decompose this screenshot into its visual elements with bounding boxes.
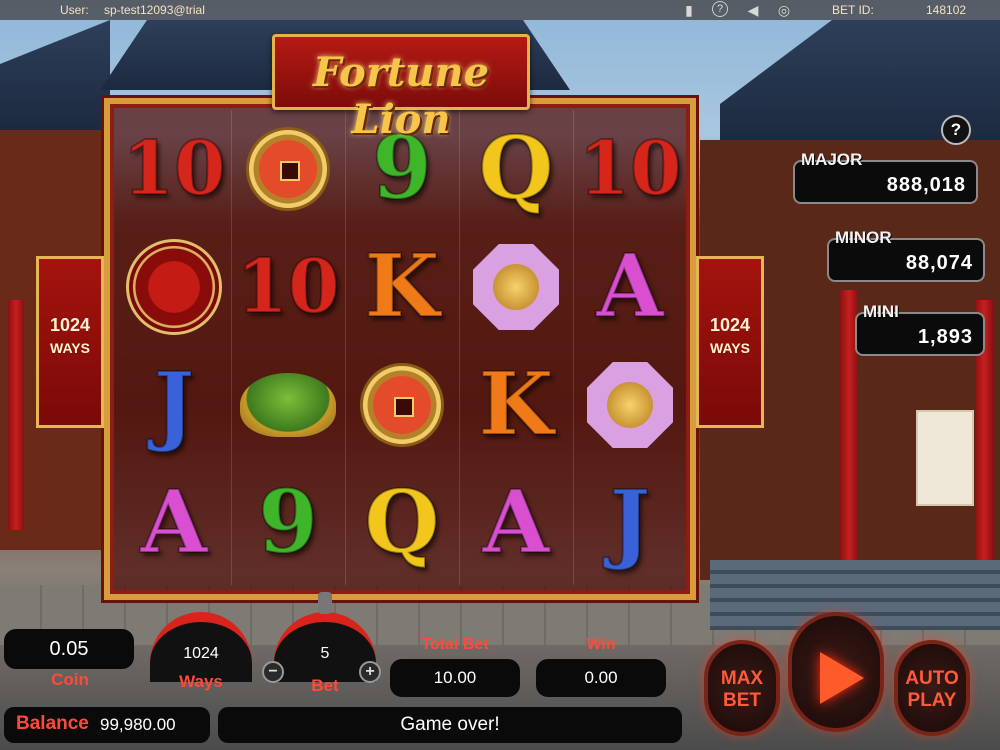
symbol-a: A <box>459 464 573 582</box>
ways-label: WAYS <box>710 340 750 356</box>
symbol-glyph: 10 <box>122 126 227 212</box>
top-info-bar: User: sp-test12093@trial ▮ ? ◀ ◎ BET ID:… <box>0 0 1000 20</box>
ways-label: WAYS <box>50 340 90 356</box>
symbol-glyph: 10 <box>578 126 683 212</box>
sound-icon[interactable]: ◀ <box>744 1 762 19</box>
symbol-glyph: J <box>609 472 652 573</box>
left-ways-panel: 1024 WAYS <box>36 256 104 428</box>
user-label: User: <box>60 3 89 17</box>
bet-display: 5 <box>284 640 366 668</box>
win-value: 0.00 <box>584 668 618 687</box>
symbol-glyph: 9 <box>257 472 319 573</box>
bet-dial-knob[interactable] <box>318 592 332 614</box>
total-bet-display: 10.00 <box>390 659 520 697</box>
bet-decrease-button[interactable]: − <box>262 661 284 683</box>
total-bet-value: 10.00 <box>433 668 477 687</box>
book-icon[interactable]: ▮ <box>680 1 698 19</box>
reel-grid: 10 J A 10 9 9 K Q Q K A 10 A J <box>117 110 687 585</box>
symbol-j: J <box>573 464 687 582</box>
balance-value: 99,980.00 <box>100 715 176 734</box>
hanging-banner <box>916 410 974 506</box>
bet-label: Bet <box>311 676 339 695</box>
gold-coin-icon <box>360 363 444 447</box>
symbol-j: J <box>117 346 231 464</box>
symbol-medallion-icon <box>117 228 231 346</box>
jackpot-minor-value: 88,074 <box>905 252 973 274</box>
bagua-lion-icon <box>587 362 673 448</box>
ways-value: 1024 <box>183 645 219 662</box>
jackpot-major: MAJOR 888,018 <box>793 150 978 204</box>
ways-count: 1024 <box>709 315 751 335</box>
bet-id-label: BET ID: <box>832 3 874 17</box>
symbol-bagua-icon <box>573 346 687 464</box>
right-ways-panel: 1024 WAYS <box>696 256 764 428</box>
symbol-k: K <box>345 228 459 346</box>
symbol-glyph: 10 <box>236 244 341 330</box>
jackpot-mini: MINI 1,893 <box>855 302 985 356</box>
symbol-k: K <box>459 346 573 464</box>
max-bet-button[interactable]: MAX BET <box>704 640 780 736</box>
symbol-glyph: A <box>482 472 551 573</box>
game-logo: Fortune Lion <box>272 34 530 143</box>
symbol-10: 10 <box>573 110 687 228</box>
max-bet-label: MAX BET <box>720 668 764 711</box>
balance-display: Balance 99,980.00 <box>4 707 210 743</box>
symbol-glyph: A <box>596 236 665 337</box>
bagua-lion-icon <box>473 244 559 330</box>
bet-value: 5 <box>320 645 330 662</box>
left-pillar <box>8 300 24 530</box>
jackpot-mini-label: MINI <box>863 302 899 321</box>
help-icon[interactable]: ? <box>712 1 728 17</box>
ways-display: 1024 <box>160 640 242 668</box>
left-temple-roof <box>0 20 110 130</box>
lion-medallion-icon <box>126 239 222 335</box>
play-icon <box>820 652 864 704</box>
jackpot-minor: MINOR 88,074 <box>827 228 985 282</box>
globe-icon[interactable]: ◎ <box>775 1 793 19</box>
game-stage: User: sp-test12093@trial ▮ ? ◀ ◎ BET ID:… <box>0 0 1000 750</box>
spin-button[interactable] <box>788 612 884 732</box>
bet-increase-button[interactable]: + <box>359 661 381 683</box>
help-button[interactable]: ? <box>941 115 971 145</box>
jackpot-major-label: MAJOR <box>801 150 863 169</box>
symbol-bagua-icon <box>459 228 573 346</box>
symbol-glyph: J <box>153 354 196 455</box>
turtle-icon <box>240 373 336 437</box>
user-value: sp-test12093@trial <box>104 3 205 17</box>
auto-play-button[interactable]: AUTO PLAY <box>894 640 970 736</box>
symbol-10: 10 <box>231 228 345 346</box>
symbol-turtle-icon <box>231 346 345 464</box>
bet-id-value: 148102 <box>926 3 967 17</box>
symbol-a: A <box>117 464 231 582</box>
symbol-a: A <box>573 228 687 346</box>
balance-label: Balance <box>16 713 89 734</box>
coin-value: 0.05 <box>49 638 89 660</box>
symbol-coin-icon <box>345 346 459 464</box>
symbol-glyph: A <box>140 472 209 573</box>
symbol-glyph: K <box>364 236 441 337</box>
total-bet-label: Total Bet <box>421 636 489 653</box>
jackpot-mini-value: 1,893 <box>917 326 973 348</box>
ways-count: 1024 <box>49 315 91 335</box>
status-message: Game over! <box>218 707 682 743</box>
symbol-q: Q <box>345 464 459 582</box>
coin-label: Coin <box>51 670 89 689</box>
coin-display[interactable]: 0.05 <box>4 629 134 669</box>
win-display: 0.00 <box>536 659 666 697</box>
jackpot-minor-label: MINOR <box>835 228 892 247</box>
symbol-glyph: Q <box>364 472 441 573</box>
symbol-glyph: K <box>478 354 555 455</box>
symbol-10: 10 <box>117 110 231 228</box>
win-label: Win <box>586 636 616 653</box>
game-title: Fortune Lion <box>312 49 490 143</box>
symbol-9: 9 <box>231 464 345 582</box>
jackpot-major-value: 888,018 <box>886 174 966 196</box>
auto-play-label: AUTO PLAY <box>905 668 959 711</box>
ways-control-label: Ways <box>179 672 223 691</box>
